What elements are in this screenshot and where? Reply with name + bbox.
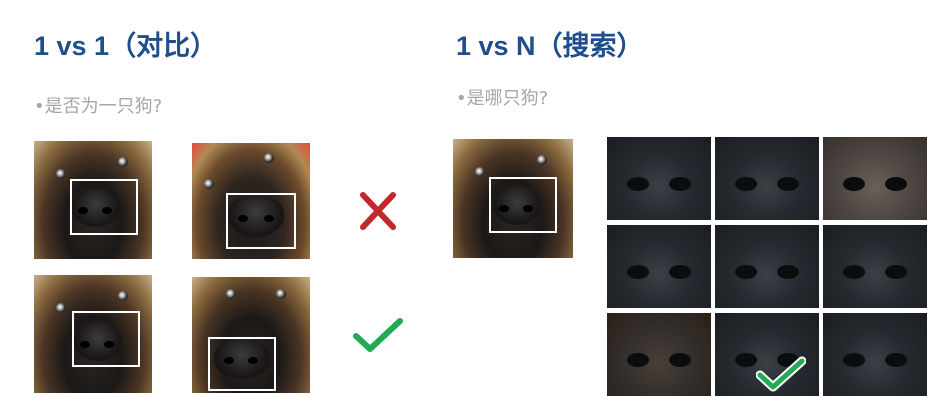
dog-photo-a1 xyxy=(34,141,152,259)
gallery-nose-1 xyxy=(607,137,711,220)
nose-bounding-box xyxy=(226,193,296,249)
left-title: 1 vs 1（对比） xyxy=(34,31,218,61)
gallery-nose-7 xyxy=(607,313,711,396)
gallery-nose-5 xyxy=(715,225,819,308)
gallery-nose-2 xyxy=(715,137,819,220)
nose-bounding-box xyxy=(208,337,276,391)
checkmark-icon xyxy=(353,318,403,352)
cross-icon xyxy=(360,192,396,230)
left-subtitle: •是否为一只狗? xyxy=(34,96,163,117)
dog-photo-a2 xyxy=(34,275,152,393)
gallery-nose-6 xyxy=(823,225,927,308)
gallery-nose-9 xyxy=(823,313,927,396)
nose-bounding-box xyxy=(489,177,557,233)
query-dog-photo xyxy=(453,139,573,258)
dog-photo-b2 xyxy=(192,277,310,393)
nose-bounding-box xyxy=(72,311,140,367)
right-title: 1 vs N（搜索） xyxy=(456,31,644,61)
gallery-nose-3 xyxy=(823,137,927,220)
dog-photo-b1 xyxy=(192,143,310,259)
right-subtitle: •是哪只狗? xyxy=(456,88,549,109)
nose-bounding-box xyxy=(70,179,138,235)
match-checkmark-icon xyxy=(756,356,806,392)
gallery-nose-4 xyxy=(607,225,711,308)
